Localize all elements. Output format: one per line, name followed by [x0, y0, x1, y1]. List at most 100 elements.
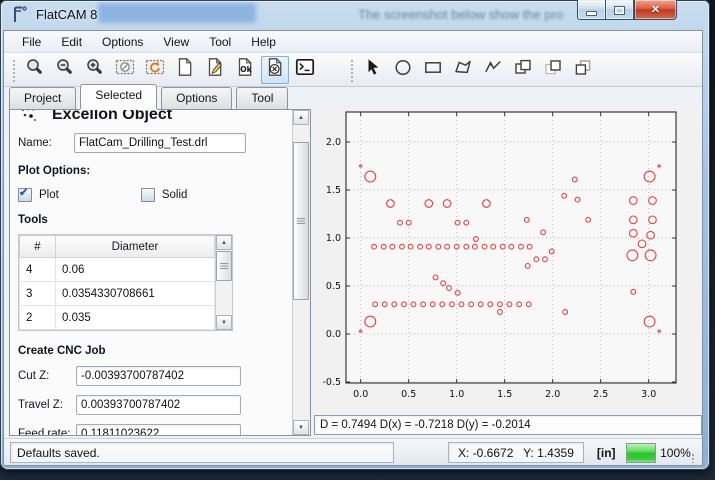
- select-icon: [363, 57, 383, 82]
- draw-polygon-icon: [453, 57, 473, 82]
- menu-help[interactable]: Help: [241, 32, 286, 52]
- tab-bar: ProjectSelectedOptionsTool: [4, 87, 702, 109]
- plot-canvas[interactable]: 0.00.51.01.52.02.53.0-0.50.00.51.01.52.0: [314, 109, 702, 414]
- table-scroll-down-icon[interactable]: ▼: [216, 315, 232, 330]
- table-row[interactable]: 30.0354330708661: [20, 282, 215, 306]
- title-bar[interactable]: The screenshot below show the pro FlatCA…: [0, 0, 710, 30]
- new-project-button[interactable]: [171, 56, 199, 84]
- plot-checkbox[interactable]: Plot: [18, 188, 59, 202]
- table-cell[interactable]: 0.06: [56, 258, 215, 282]
- resize-grip-icon[interactable]: [691, 453, 696, 463]
- toolbar: Ok: [4, 53, 702, 87]
- cnc-field-label: Travel Z:: [18, 399, 76, 411]
- zoom-out-button[interactable]: [51, 56, 79, 84]
- name-input[interactable]: [74, 133, 246, 153]
- panel-scroll-thumb[interactable]: [293, 142, 309, 300]
- ok-object-icon: Ok: [235, 57, 255, 82]
- draw-circle-button[interactable]: [389, 56, 417, 84]
- selected-tab-panel: Excellon Object Name: Plot Options: Plot: [9, 109, 311, 436]
- column-header-diameter[interactable]: Diameter: [56, 236, 215, 258]
- menu-view[interactable]: View: [153, 32, 199, 52]
- delete-object-icon: [265, 57, 285, 82]
- draw-polygon-button[interactable]: [449, 56, 477, 84]
- cnc-section-title: Create CNC Job: [18, 345, 288, 357]
- subtract-icon: [543, 57, 563, 82]
- menu-file[interactable]: File: [12, 32, 51, 52]
- table-scrollbar[interactable]: ▲ ▼: [215, 235, 232, 330]
- plot-checkbox-label: Plot: [39, 189, 59, 201]
- solid-checkbox-box[interactable]: [141, 188, 155, 202]
- solid-checkbox[interactable]: Solid: [141, 188, 188, 202]
- tab-options[interactable]: Options: [161, 87, 232, 109]
- menu-tool[interactable]: Tool: [199, 32, 241, 52]
- tools-table: #Diameter40.0630.035433070866120.035 ▲ ▼: [18, 234, 233, 331]
- close-button[interactable]: ✕: [634, 0, 677, 20]
- svg-text:2.0: 2.0: [326, 137, 341, 148]
- svg-text:3.0: 3.0: [641, 389, 656, 400]
- zoom-in-button[interactable]: [81, 56, 109, 84]
- maximize-button[interactable]: [605, 0, 634, 20]
- excellon-form: Excellon Object Name: Plot Options: Plot: [10, 110, 292, 435]
- plot-checkbox-box[interactable]: [18, 188, 32, 202]
- table-cell[interactable]: 2: [20, 306, 56, 330]
- cnc-field-input-1[interactable]: [76, 395, 241, 415]
- panel-scrollbar[interactable]: ▲ ▼: [292, 110, 310, 435]
- table-cell[interactable]: 0.0354330708661: [56, 282, 215, 306]
- toolbar-grip[interactable]: [349, 58, 355, 82]
- minimize-button[interactable]: [577, 0, 605, 20]
- subtract-button[interactable]: [539, 56, 567, 84]
- table-cell[interactable]: 0.035: [56, 306, 215, 330]
- status-message: Defaults saved.: [10, 442, 394, 463]
- svg-text:-0.5: -0.5: [322, 377, 341, 388]
- panel-scroll-up-icon[interactable]: ▲: [293, 110, 309, 125]
- delete-object-button[interactable]: [261, 56, 289, 84]
- table-row[interactable]: 20.035: [20, 306, 215, 330]
- draw-rectangle-icon: [423, 57, 443, 82]
- table-row[interactable]: 40.06: [20, 258, 215, 282]
- object-title: Excellon Object: [52, 110, 172, 124]
- tab-tool[interactable]: Tool: [236, 87, 288, 109]
- clear-plot-icon: [115, 57, 135, 82]
- background-window-ghost: [98, 3, 256, 23]
- clear-plot-button[interactable]: [111, 56, 139, 84]
- zoom-in-icon: [85, 57, 105, 82]
- zoom-fit-button[interactable]: [21, 56, 49, 84]
- table-scroll-thumb[interactable]: [216, 251, 232, 281]
- client-area: FileEditOptionsViewToolHelp Ok ProjectSe…: [3, 30, 703, 466]
- edit-project-button[interactable]: [201, 56, 229, 84]
- svg-text:2.5: 2.5: [593, 389, 608, 400]
- menu-options[interactable]: Options: [92, 32, 153, 52]
- panel-scroll-down-icon[interactable]: ▼: [293, 420, 309, 435]
- toolbar-grip[interactable]: [11, 58, 17, 82]
- progress-percent: 100%: [660, 446, 691, 460]
- units-label: [in]: [597, 446, 616, 460]
- union-button[interactable]: [509, 56, 537, 84]
- window-controls: ✕: [577, 0, 677, 20]
- union-icon: [513, 57, 533, 82]
- flatcam-logo-icon: [11, 5, 30, 24]
- shell-button[interactable]: [291, 56, 319, 84]
- maximize-icon: [614, 6, 625, 15]
- select-button[interactable]: [359, 56, 387, 84]
- table-cell[interactable]: 3: [20, 282, 56, 306]
- solid-checkbox-label: Solid: [162, 189, 188, 201]
- draw-polyline-button[interactable]: [479, 56, 507, 84]
- replot-icon: [145, 57, 165, 82]
- cnc-field-input-2[interactable]: [76, 424, 241, 435]
- close-icon: ✕: [651, 3, 660, 16]
- replot-button[interactable]: [141, 56, 169, 84]
- plot-column: 0.00.51.01.52.02.53.0-0.50.00.51.01.52.0…: [314, 109, 702, 436]
- column-header-number[interactable]: #: [20, 236, 56, 258]
- svg-text:0.5: 0.5: [326, 281, 341, 292]
- tab-project[interactable]: Project: [9, 87, 76, 109]
- svg-text:1.0: 1.0: [326, 233, 341, 244]
- progress-bar: [626, 443, 657, 463]
- table-scroll-up-icon[interactable]: ▲: [216, 235, 232, 250]
- cut-button[interactable]: [569, 56, 597, 84]
- ok-object-button[interactable]: Ok: [231, 56, 259, 84]
- cnc-field-input-0[interactable]: [76, 366, 241, 386]
- tab-selected[interactable]: Selected: [80, 84, 157, 109]
- draw-rectangle-button[interactable]: [419, 56, 447, 84]
- menu-edit[interactable]: Edit: [51, 32, 92, 52]
- table-cell[interactable]: 4: [20, 258, 56, 282]
